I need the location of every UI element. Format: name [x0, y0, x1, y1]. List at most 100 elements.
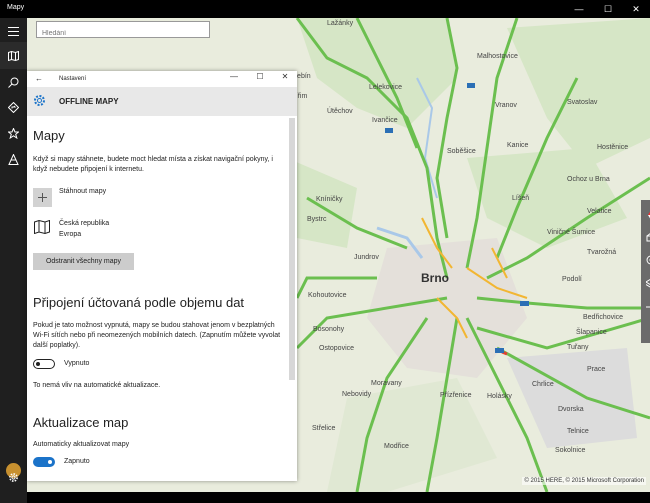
- gear-icon: [34, 95, 45, 106]
- settings-panel: ← Nastavení — ☐ ✕ OFFLINE MAPY Mapy Když…: [27, 71, 297, 481]
- layers-icon: [646, 278, 650, 287]
- map-place: Šlapanice: [576, 329, 607, 336]
- settings-window-title: Nastavení: [59, 76, 87, 82]
- map-place: Přízřenice: [440, 392, 472, 399]
- map-place: Ochoz u Brna: [567, 176, 610, 183]
- map-place: Lelekovice: [369, 84, 403, 91]
- directions-button[interactable]: [0, 94, 27, 121]
- map-place: Sokolnice: [555, 447, 586, 454]
- map-place: Vranov: [495, 102, 517, 109]
- metered-toggle[interactable]: [33, 359, 55, 369]
- downloaded-map-country[interactable]: Česká republika: [59, 220, 109, 227]
- plus-icon: [38, 193, 47, 202]
- zoom-in-icon: [646, 306, 650, 308]
- maximize-button[interactable]: ☐: [594, 0, 622, 18]
- download-maps-label[interactable]: Stáhnout mapy: [59, 188, 106, 195]
- settings-header: OFFLINE MAPY: [27, 87, 297, 116]
- map-place: Soběšice: [447, 148, 476, 155]
- map-button[interactable]: [0, 42, 27, 69]
- map-views-button[interactable]: [641, 272, 650, 294]
- metered-toggle-label: Vypnuto: [64, 360, 90, 367]
- map-place: Nebovidy: [342, 391, 372, 398]
- map-place: Tuřany: [567, 344, 589, 351]
- search-button[interactable]: [0, 69, 27, 96]
- city-guide-button[interactable]: [0, 146, 27, 173]
- settings-scrollbar[interactable]: [289, 118, 295, 380]
- map-place: Útěchov: [327, 108, 353, 115]
- auto-update-toggle[interactable]: [33, 457, 55, 467]
- settings-page-title: OFFLINE MAPY: [59, 97, 119, 106]
- map-place: Střelice: [312, 425, 336, 432]
- map-icon: [34, 220, 50, 234]
- settings-maximize-button[interactable]: ☐: [249, 72, 271, 81]
- nav-rail: [0, 18, 27, 503]
- map-place: Malhostovice: [477, 53, 518, 60]
- map-place: Hostěnice: [597, 144, 629, 151]
- downloaded-map-region: Evropa: [59, 231, 82, 238]
- maps-description: Když si mapy stáhnete, budete moct hleda…: [33, 156, 273, 173]
- map-place: Bosonohy: [313, 326, 345, 333]
- map-place: Ostopovice: [319, 345, 355, 352]
- auto-update-label: Automaticky aktualizovat mapy: [33, 441, 130, 448]
- map-place: Bedřichovice: [583, 314, 624, 321]
- hamburger-icon: [8, 27, 19, 36]
- status-bar: [27, 492, 650, 503]
- settings-minimize-button[interactable]: —: [223, 72, 245, 81]
- map-place: Holásky: [487, 393, 512, 400]
- search-box[interactable]: [36, 21, 210, 41]
- gear-icon: [9, 473, 18, 482]
- map-place: Bystrc: [307, 216, 327, 223]
- map-place: Kanice: [507, 142, 529, 149]
- toggle-knob: [36, 362, 40, 366]
- maps-section-title: Mapy: [33, 128, 65, 143]
- auto-update-toggle-label: Zapnuto: [64, 458, 90, 465]
- map-place: Telnice: [567, 428, 589, 435]
- map-icon: [8, 50, 19, 61]
- map-place: Kníničky: [316, 196, 343, 203]
- hamburger-button[interactable]: [0, 18, 27, 45]
- favorites-icon: [8, 128, 19, 139]
- map-place: Tvarožná: [587, 249, 617, 256]
- search-input[interactable]: [37, 26, 209, 41]
- city-icon: [8, 154, 19, 165]
- map-place: Líšeň: [512, 195, 530, 202]
- map-place: Chrlice: [532, 381, 554, 388]
- map-controls: [641, 200, 650, 343]
- map-city-label: Brno: [421, 271, 449, 285]
- metered-description: Pokud je tato možnost vypnutá, mapy se b…: [33, 322, 281, 349]
- map-place: Podolí: [562, 276, 582, 283]
- map-place: Svatoslav: [567, 99, 598, 106]
- directions-icon: [8, 102, 19, 113]
- map-place: Viničné Šumice: [547, 229, 596, 236]
- compass-button[interactable]: [641, 204, 650, 226]
- zoom-in-button[interactable]: [641, 296, 650, 318]
- updates-section-title: Aktualizace map: [33, 415, 129, 430]
- map-place: Moravany: [371, 380, 402, 387]
- map-copyright: © 2015 HERE, © 2015 Microsoft Corporatio…: [522, 477, 646, 485]
- app-title: Mapy: [7, 4, 25, 11]
- download-maps-button[interactable]: [33, 188, 52, 207]
- toggle-knob: [48, 460, 52, 464]
- settings-close-button[interactable]: ✕: [274, 72, 296, 81]
- search-icon: [8, 77, 19, 88]
- map-place: Velatice: [587, 208, 612, 215]
- back-button[interactable]: ←: [35, 74, 43, 83]
- map-place: Modřice: [384, 443, 409, 450]
- map-place: Jundrov: [354, 254, 379, 261]
- remove-all-maps-button[interactable]: Odstranit všechny mapy: [33, 253, 134, 270]
- show-location-button[interactable]: [641, 249, 650, 271]
- minimize-button[interactable]: —: [565, 0, 593, 18]
- metered-section-title: Připojení účtovaná podle objemu dat: [33, 295, 245, 310]
- location-icon: [646, 255, 650, 265]
- app-titlebar: Mapy — ☐ ✕: [0, 0, 650, 18]
- map-place: Dvorska: [558, 406, 584, 413]
- tilt-button[interactable]: [641, 226, 650, 248]
- settings-titlebar: ← Nastavení — ☐ ✕: [27, 71, 297, 87]
- favorites-button[interactable]: [0, 120, 27, 147]
- map-place: Kohoutovice: [308, 292, 347, 299]
- close-button[interactable]: ✕: [622, 0, 650, 18]
- metered-note: To nemá vliv na automatické aktualizace.: [33, 382, 161, 389]
- settings-content: Mapy Když si mapy stáhnete, budete moct …: [33, 116, 287, 481]
- settings-button[interactable]: [0, 464, 27, 491]
- map-place: Lažánky: [327, 20, 354, 27]
